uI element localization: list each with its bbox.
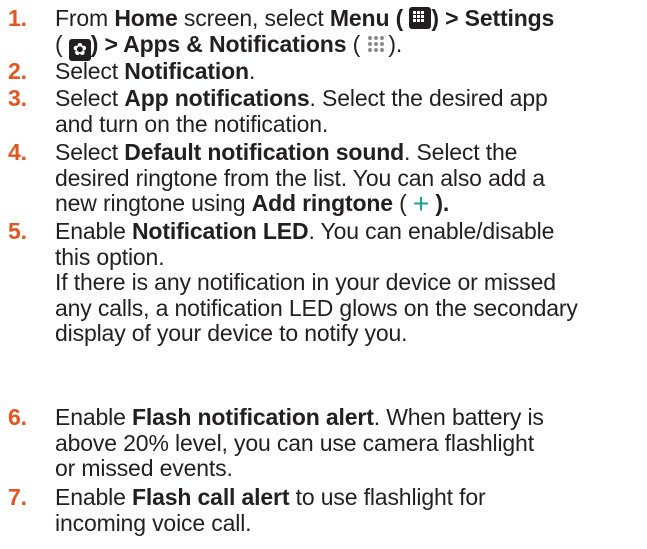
- menu-label: Menu: [329, 5, 390, 31]
- flash-call-alert-label: Flash call alert: [131, 484, 290, 510]
- step-text: From Home screen, select Menu ( ) > Sett…: [55, 5, 647, 61]
- text-run: . Select the: [404, 139, 518, 165]
- settings-label: ) > Settings: [431, 5, 555, 31]
- step-number: 2.: [8, 58, 27, 84]
- text-run: or missed events.: [55, 455, 233, 481]
- text-run: screen, select: [177, 5, 330, 31]
- step-1: 1. From Home screen, select Menu ( ) > S…: [0, 5, 647, 61]
- text-run: this option.: [55, 243, 165, 270]
- text-run: to use flashlight for: [289, 484, 486, 510]
- flash-notification-alert-label: Flash notification alert: [131, 404, 374, 430]
- text-run: . When battery is: [373, 404, 544, 430]
- text-run: (: [389, 5, 410, 31]
- step-number: 7.: [8, 484, 27, 510]
- notification-label: Notification: [124, 58, 249, 84]
- add-ringtone-label: Add ringtone: [251, 190, 393, 216]
- text-run: and turn on the notification.: [55, 110, 329, 137]
- notification-led-label: Notification LED: [131, 218, 309, 244]
- text-run: Enable: [55, 404, 132, 430]
- app-notifications-label: App notifications: [124, 85, 310, 111]
- text-run: From: [55, 5, 115, 31]
- step-text: Select Default notification sound. Selec…: [55, 139, 647, 219]
- text-run: new ringtone using: [55, 190, 252, 216]
- text-run: Select: [55, 139, 125, 165]
- text-run: . Select the desired app: [309, 85, 548, 111]
- text-run: Select: [55, 85, 125, 111]
- step-text: Enable Notification LED. You can enable/…: [55, 218, 647, 347]
- text-run: incoming voice call.: [55, 509, 252, 536]
- step-text: Enable Flash notification alert. When ba…: [55, 404, 647, 482]
- text-run: .: [248, 58, 256, 84]
- text-run: Enable: [55, 484, 132, 510]
- text-run: desired ringtone from the list. You can …: [55, 164, 545, 191]
- menu-grid-icon: [409, 7, 432, 29]
- step-number: 5.: [8, 218, 27, 244]
- note-text: any calls, a notification LED glows on t…: [55, 294, 578, 321]
- default-notification-sound-label: Default notification sound: [124, 139, 405, 165]
- text-run: ).: [429, 190, 450, 216]
- step-number: 1.: [8, 5, 27, 31]
- step-6: 6. Enable Flash notification alert. When…: [0, 404, 647, 482]
- text-run: . You can enable/disable: [308, 218, 555, 244]
- step-3: 3. Select App notifications. Select the …: [0, 85, 647, 137]
- step-7: 7. Enable Flash call alert to use flashl…: [0, 484, 647, 536]
- home-screen-label: Home: [114, 5, 178, 31]
- step-text: Enable Flash call alert to use flashligh…: [55, 484, 647, 536]
- text-run: (: [55, 30, 69, 57]
- text-run: ).: [388, 30, 403, 57]
- step-number: 4.: [8, 139, 27, 165]
- step-number: 6.: [8, 404, 27, 430]
- text-run: (: [346, 30, 367, 57]
- step-text: Select Notification.: [55, 58, 647, 85]
- text-run: Select: [55, 58, 125, 84]
- text-run: above 20% level, you can use camera flas…: [55, 429, 534, 456]
- step-text: Select App notifications. Select the des…: [55, 85, 647, 137]
- text-run: (: [392, 190, 413, 216]
- step-4: 4. Select Default notification sound. Se…: [0, 139, 647, 219]
- text-run: Enable: [55, 218, 132, 244]
- step-5: 5. Enable Notification LED. You can enab…: [0, 218, 647, 347]
- note-text: display of your device to notify you.: [55, 320, 408, 346]
- step-number: 3.: [8, 85, 27, 111]
- note-text: If there is any notification in your dev…: [55, 269, 556, 295]
- instructions-document: 1. From Home screen, select Menu ( ) > S…: [0, 0, 647, 549]
- plus-icon: +: [412, 188, 430, 219]
- step-2: 2. Select Notification.: [0, 58, 647, 85]
- apps-notifications-label: ) > Apps & Notifications: [90, 30, 347, 57]
- apps-dots-icon: [366, 33, 388, 55]
